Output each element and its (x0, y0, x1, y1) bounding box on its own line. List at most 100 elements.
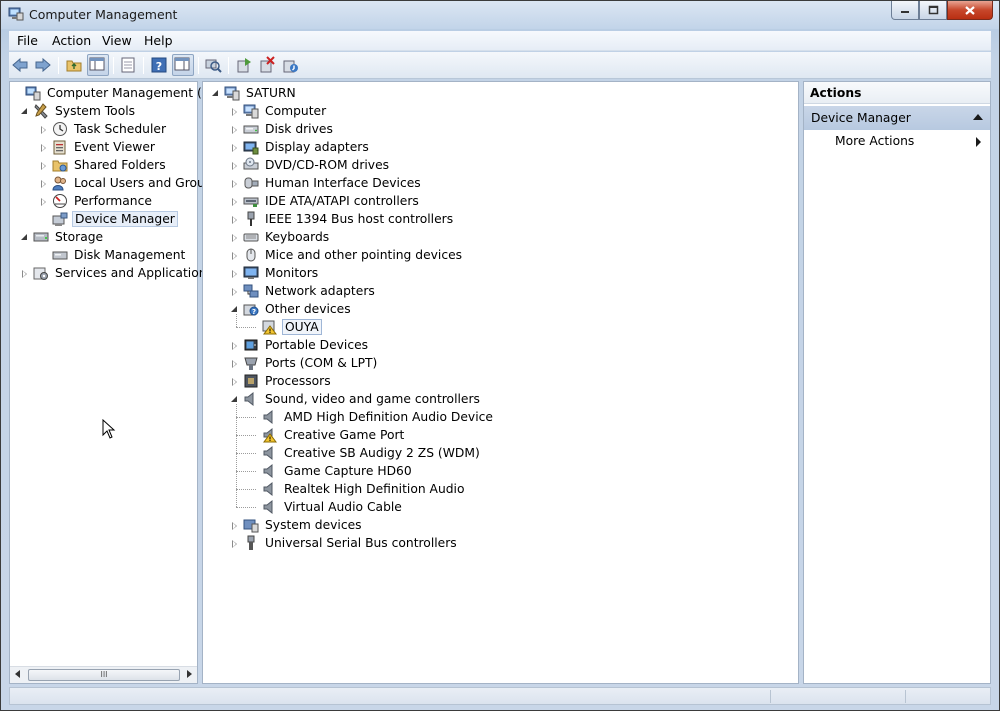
tree-item-label: Shared Folders (74, 158, 166, 172)
expand-arrow-icon[interactable] (230, 197, 239, 206)
expand-arrow-icon[interactable] (230, 215, 239, 224)
device-item[interactable]: OUYA (249, 318, 322, 336)
device-category-3[interactable]: DVD/CD-ROM drives (230, 156, 391, 174)
device-item[interactable]: Realtek High Definition Audio (249, 480, 467, 498)
device-category-10[interactable]: Network adapters (230, 282, 377, 300)
device-item[interactable]: AMD High Definition Audio Device (249, 408, 495, 426)
console-tree-item-10[interactable]: Services and Applications (20, 264, 215, 282)
console-tree-item-2[interactable]: Task Scheduler (39, 120, 168, 138)
speaker-icon (262, 463, 278, 479)
menu-help[interactable]: Help (144, 33, 173, 48)
computer-management-icon (25, 85, 41, 101)
warning-device-icon (262, 319, 278, 335)
expand-arrow-icon[interactable] (230, 233, 239, 242)
up-folder-icon[interactable] (65, 56, 83, 74)
expand-arrow-icon[interactable] (39, 161, 48, 170)
console-tree-item-8[interactable]: Storage (20, 228, 105, 246)
expand-arrow-icon[interactable] (230, 521, 239, 530)
expand-arrow-icon[interactable] (230, 269, 239, 278)
update-driver-icon[interactable] (235, 56, 253, 74)
scroll-right-icon[interactable] (187, 670, 192, 678)
menu-file[interactable]: File (17, 33, 38, 48)
expand-arrow-icon[interactable] (230, 539, 239, 548)
device-item[interactable]: Virtual Audio Cable (249, 498, 404, 516)
device-category-15[interactable]: Sound, video and game controllers (230, 390, 482, 408)
device-category-0[interactable]: Computer (230, 102, 328, 120)
more-actions-item[interactable]: More Actions (835, 134, 914, 148)
expand-arrow-icon[interactable] (230, 251, 239, 260)
actions-section-device-manager[interactable]: Device Manager (804, 106, 990, 130)
scrollbar-thumb[interactable]: III (28, 669, 180, 681)
device-category-17[interactable]: Universal Serial Bus controllers (230, 534, 459, 552)
menu-view[interactable]: View (102, 33, 132, 48)
expand-arrow-icon[interactable] (20, 269, 29, 278)
maximize-button[interactable] (919, 1, 947, 20)
device-tree-root[interactable]: SATURN (211, 84, 298, 102)
console-tree-item-5[interactable]: Local Users and Groups (39, 174, 221, 192)
expand-arrow-icon[interactable] (39, 197, 48, 206)
hid-icon (243, 175, 259, 191)
show-action-pane-button[interactable] (172, 54, 194, 76)
device-category-1[interactable]: Disk drives (230, 120, 335, 138)
expand-arrow-icon[interactable] (230, 341, 239, 350)
close-button[interactable] (947, 1, 993, 20)
expand-arrow-icon[interactable] (230, 143, 239, 152)
minimize-button[interactable] (891, 1, 919, 20)
device-category-9[interactable]: Monitors (230, 264, 320, 282)
expand-arrow-icon[interactable] (230, 179, 239, 188)
console-tree-pane: Computer Management (Local System Tools Ta… (9, 81, 234, 684)
device-category-14[interactable]: Processors (230, 372, 333, 390)
device-category-16[interactable]: System devices (230, 516, 364, 534)
expand-arrow-icon[interactable] (230, 125, 239, 134)
expand-arrow-icon[interactable] (230, 287, 239, 296)
device-item[interactable]: Creative SB Audigy 2 ZS (WDM) (249, 444, 482, 462)
device-category-4[interactable]: Human Interface Devices (230, 174, 423, 192)
collapse-arrow-icon[interactable] (230, 305, 239, 314)
help-icon[interactable]: ? (150, 56, 168, 74)
console-tree-item-6[interactable]: Performance (39, 192, 154, 210)
tree-item-label: Mice and other pointing devices (265, 248, 463, 262)
collapse-up-icon[interactable] (973, 114, 983, 120)
scroll-left-icon[interactable] (15, 670, 20, 678)
disable-device-icon[interactable] (281, 56, 299, 74)
scan-hardware-icon[interactable] (204, 56, 222, 74)
console-tree-item-1[interactable]: System Tools (20, 102, 137, 120)
device-item[interactable]: Creative Game Port (249, 426, 406, 444)
collapse-arrow-icon[interactable] (20, 107, 29, 116)
window-controls (891, 1, 993, 21)
device-category-12[interactable]: Portable Devices (230, 336, 370, 354)
forward-arrow-icon[interactable] (34, 56, 52, 74)
show-hide-tree-button[interactable] (87, 54, 109, 76)
console-tree-item-9[interactable]: Disk Management (39, 246, 187, 264)
back-arrow-icon[interactable] (11, 56, 29, 74)
device-category-7[interactable]: Keyboards (230, 228, 331, 246)
expand-arrow-icon[interactable] (39, 143, 48, 152)
device-category-6[interactable]: IEEE 1394 Bus host controllers (230, 210, 455, 228)
horizontal-scrollbar[interactable]: III (10, 666, 197, 683)
properties-icon[interactable] (119, 56, 137, 74)
expand-arrow-icon[interactable] (230, 161, 239, 170)
console-tree-item-4[interactable]: Shared Folders (39, 156, 168, 174)
collapse-arrow-icon[interactable] (211, 89, 220, 98)
console-tree-item-3[interactable]: Event Viewer (39, 138, 157, 156)
tree-item-label: Services and Applications (55, 266, 213, 280)
device-item[interactable]: Game Capture HD60 (249, 462, 414, 480)
expand-arrow-icon[interactable] (230, 377, 239, 386)
console-tree-item-7[interactable]: Device Manager (39, 210, 178, 228)
expand-arrow-icon[interactable] (230, 107, 239, 116)
computer-icon (243, 103, 259, 119)
device-category-13[interactable]: Ports (COM & LPT) (230, 354, 379, 372)
collapse-arrow-icon[interactable] (20, 233, 29, 242)
tree-item-label: Ports (COM & LPT) (265, 356, 378, 370)
collapse-arrow-icon[interactable] (230, 395, 239, 404)
expand-arrow-icon[interactable] (39, 125, 48, 134)
expand-arrow-icon[interactable] (39, 179, 48, 188)
device-category-11[interactable]: ? Other devices (230, 300, 353, 318)
menu-action[interactable]: Action (52, 33, 91, 48)
uninstall-device-icon[interactable] (258, 56, 276, 74)
expand-arrow-icon[interactable] (230, 359, 239, 368)
title-bar[interactable]: Computer Management (1, 1, 999, 29)
device-category-5[interactable]: IDE ATA/ATAPI controllers (230, 192, 421, 210)
device-category-8[interactable]: Mice and other pointing devices (230, 246, 464, 264)
device-category-2[interactable]: Display adapters (230, 138, 371, 156)
